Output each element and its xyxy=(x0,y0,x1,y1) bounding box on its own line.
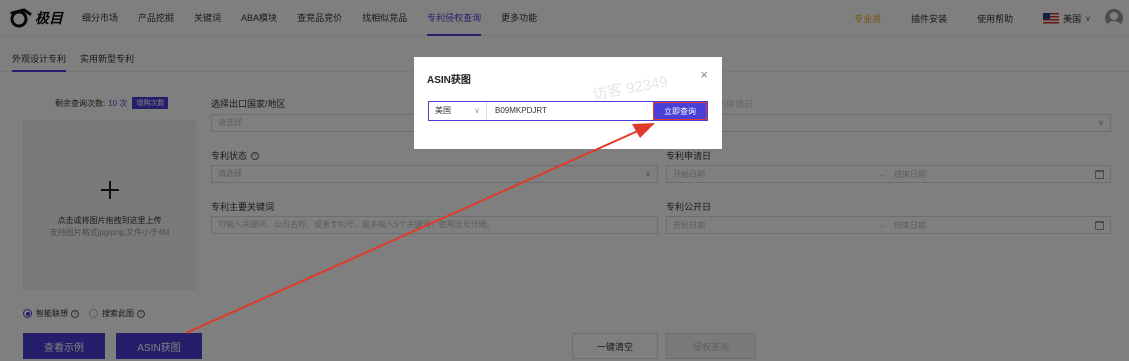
annotation-arrow xyxy=(185,123,655,334)
arrow-head-icon xyxy=(632,123,655,138)
arrow-line xyxy=(185,129,641,334)
